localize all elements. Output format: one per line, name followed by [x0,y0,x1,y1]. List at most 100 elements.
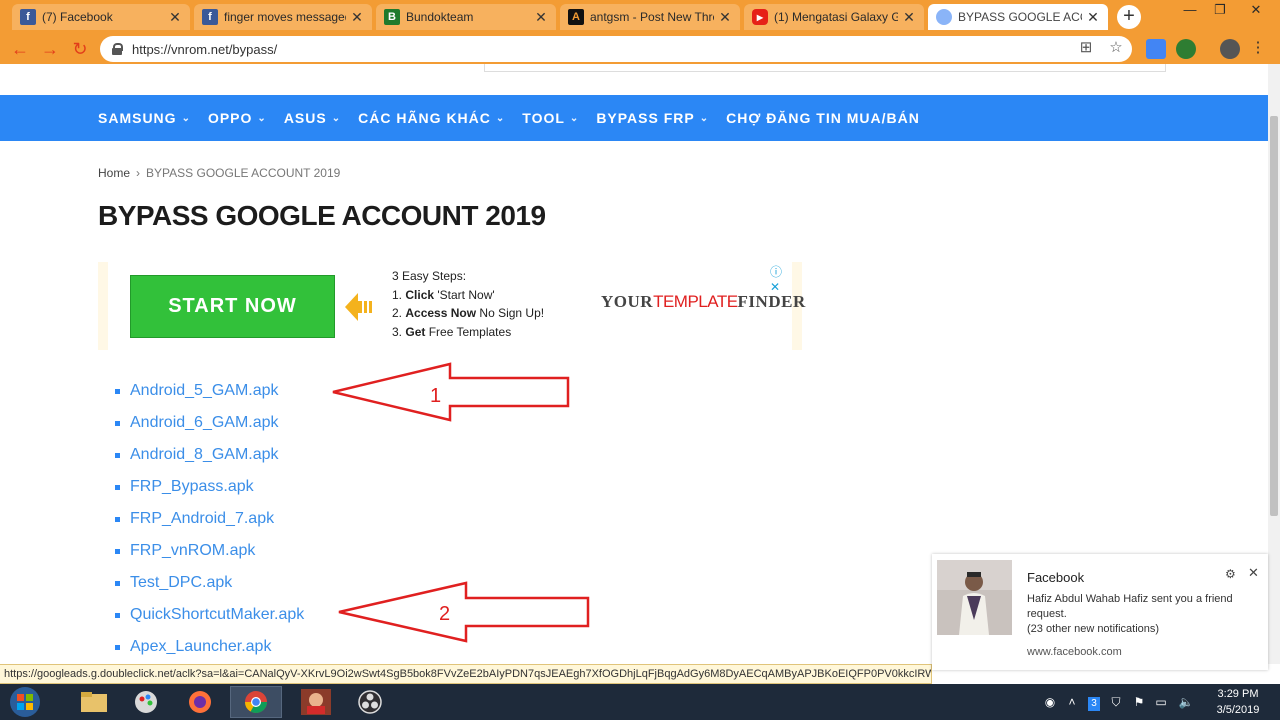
nav-item-oppo[interactable]: OPPO ⌄ [208,110,266,126]
nav-item-marketplace[interactable]: CHỢ ĐĂNG TIN MUA/BÁN [726,110,920,126]
ad-start-now-button[interactable]: START NOW [130,275,335,338]
profile-avatar-icon[interactable] [1220,39,1240,59]
windows-start-icon[interactable] [8,686,42,718]
breadcrumb: Home › BYPASS GOOGLE ACCOUNT 2019 [98,166,340,180]
breadcrumb-home-link[interactable]: Home [98,166,130,180]
taskbar-obs[interactable] [344,686,396,718]
tab-label: Bundokteam [406,10,474,24]
list-item: Android_6_GAM.apk [115,407,304,439]
tab-bypass-active[interactable]: BYPASS GOOGLE ACCOU ✕ [928,4,1108,30]
list-item: FRP_Android_7.apk [115,503,304,535]
page-scrollbar[interactable] [1268,64,1280,664]
download-file-list: Android_5_GAM.apk Android_6_GAM.apk Andr… [115,375,304,663]
clock-time: 3:29 PM [1217,688,1259,700]
close-icon[interactable]: ✕ [1086,9,1100,26]
ad-steps-heading: 3 Easy Steps: [392,269,467,283]
scrollbar-thumb[interactable] [1270,116,1278,516]
minimize-icon[interactable]: — [1176,0,1204,22]
windows-taskbar: ◉ ˄ 3 ⛉ ⚑ ▭ 🔈 3:29 PM 3/5/2019 [0,684,1280,720]
nav-item-other-brands[interactable]: CÁC HÃNG KHÁC ⌄ [358,110,504,126]
nav-label: ASUS [283,110,327,126]
ad-info-icon[interactable]: ⓘ [770,265,782,279]
facebook-icon: f [202,9,218,25]
forward-icon[interactable]: → [38,37,62,61]
annotation-arrow-1: 1 [332,362,570,422]
list-item: Android_5_GAM.apk [115,375,304,407]
tab-antgsm[interactable]: A antgsm - Post New Thre ✕ [560,4,740,30]
ad-step: 2. Access Now No Sign Up! [392,306,545,320]
taskbar-firefox[interactable] [174,686,226,718]
bookmark-star-icon[interactable]: ☆ [1106,38,1126,58]
extension-icon[interactable] [1176,39,1196,59]
tray-app-icon[interactable]: ◉ [1040,684,1060,720]
friend-avatar [937,560,1012,635]
close-icon[interactable]: ✕ [534,9,548,26]
address-bar[interactable]: https://vnrom.net/bypass/ [100,36,1132,62]
annotation-label-1: 1 [430,385,441,407]
arrow-left-icon [345,293,372,321]
facebook-notification[interactable]: Facebook Hafiz Abdul Wahab Hafiz sent yo… [932,554,1268,670]
tab-youtube[interactable]: ▶ (1) Mengatasi Galaxy Gra ✕ [744,4,924,30]
gear-icon[interactable]: ⚙ [1225,567,1236,581]
tray-shield-icon[interactable]: ⛉ [1106,684,1126,720]
folder-icon [81,692,107,712]
chevron-down-icon: ⌄ [331,112,341,124]
notification-site: www.facebook.com [1027,646,1122,658]
antgsm-icon: A [568,9,584,25]
window-close-icon[interactable]: ✕ [1236,0,1276,22]
close-icon[interactable]: ✕ [902,9,916,26]
new-tab-button[interactable]: + [1117,5,1141,29]
file-link[interactable]: Test_DPC.apk [130,574,232,591]
file-link[interactable]: FRP_Android_7.apk [130,510,274,527]
lock-icon [112,43,123,55]
ad-steps: 3 Easy Steps: 1. Click 'Start Now' 2. Ac… [392,267,544,341]
nav-label: BYPASS FRP [596,110,695,126]
close-icon[interactable]: ✕ [1248,565,1259,581]
file-link[interactable]: FRP_Bypass.apk [130,478,254,495]
nav-label: CHỢ ĐĂNG TIN MUA/BÁN [726,110,920,126]
tray-app-icon-2[interactable]: 3 [1086,684,1102,720]
restore-icon[interactable]: ❐ [1206,0,1234,22]
nav-item-samsung[interactable]: SAMSUNG ⌄ [98,110,190,126]
nav-item-tool[interactable]: TOOL ⌄ [522,110,578,126]
taskbar-clock[interactable]: 3:29 PM 3/5/2019 [1208,686,1268,718]
taskbar-app-paint[interactable] [120,686,172,718]
reload-icon[interactable]: ↻ [68,37,92,61]
tray-network-icon[interactable]: ▭ [1150,684,1172,720]
firefox-icon [189,691,211,713]
ad-close-icon[interactable]: ✕ [770,280,780,294]
nav-item-asus[interactable]: ASUS ⌄ [284,110,340,126]
translate-icon[interactable]: ⊞ [1076,38,1096,58]
close-icon[interactable]: ✕ [350,9,364,26]
url-text: https://vnrom.net/bypass/ [132,41,278,57]
nav-item-bypass-frp[interactable]: BYPASS FRP ⌄ [596,110,708,126]
file-link[interactable]: FRP_vnROM.apk [130,542,255,559]
browser-toolbar: ← → ↻ https://vnrom.net/bypass/ ⊞ ☆ ⋮ [0,34,1280,64]
tab-facebook-messaged[interactable]: f finger moves messaged ✕ [194,4,372,30]
clock-date: 3/5/2019 [1216,704,1260,716]
close-icon[interactable]: ✕ [168,9,182,26]
file-link[interactable]: Apex_Launcher.apk [130,638,271,655]
file-link[interactable]: Android_6_GAM.apk [130,414,279,431]
close-icon[interactable]: ✕ [718,9,732,26]
nav-label: CÁC HÃNG KHÁC [358,110,491,126]
file-link[interactable]: Android_8_GAM.apk [130,446,279,463]
tab-bundokteam[interactable]: B Bundokteam ✕ [376,4,556,30]
tab-facebook[interactable]: f (7) Facebook ✕ [12,4,190,30]
google-translate-extension-icon[interactable] [1146,39,1166,59]
taskbar-chrome[interactable] [230,686,282,718]
page-title: BYPASS GOOGLE ACCOUNT 2019 [98,200,546,231]
tray-flag-icon[interactable]: ⚑ [1130,684,1148,720]
taskbar-game[interactable] [290,686,342,718]
file-link[interactable]: Android_5_GAM.apk [130,382,279,399]
menu-kebab-icon[interactable]: ⋮ [1248,38,1268,58]
tray-volume-icon[interactable]: 🔈 [1176,684,1196,720]
notification-extra: (23 other new notifications) [1027,623,1160,635]
chevron-down-icon: ⌄ [569,112,579,124]
back-icon[interactable]: ← [8,37,32,61]
file-link[interactable]: QuickShortcutMaker.apk [130,606,304,623]
taskbar-file-explorer[interactable] [68,686,120,718]
chevron-down-icon: ⌄ [181,112,190,124]
tray-chevron-up-icon[interactable]: ˄ [1062,684,1082,720]
advertisement-banner[interactable]: START NOW 3 Easy Steps: 1. Click 'Start … [98,262,805,350]
